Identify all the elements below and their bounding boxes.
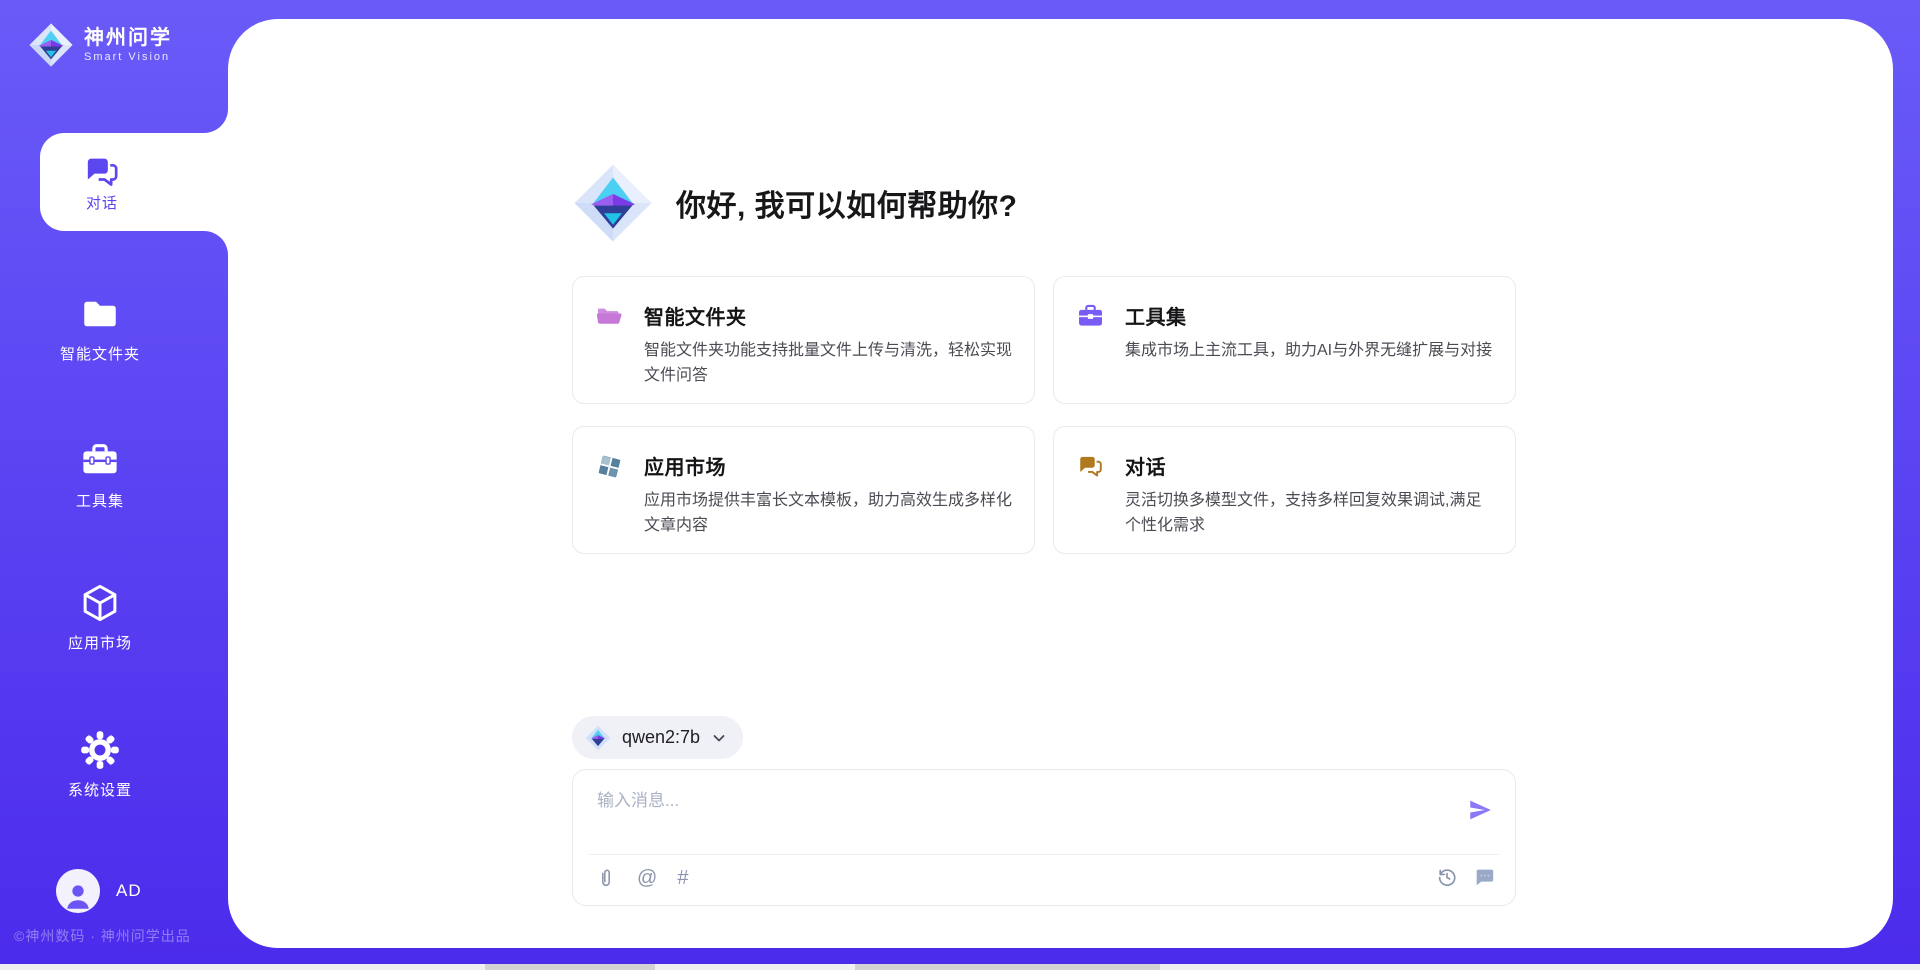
greeting: 你好, 我可以如何帮助你? xyxy=(572,162,1018,244)
sidebar-footer: ©神州数码 · 神州问学出品 xyxy=(14,926,191,946)
history-icon[interactable] xyxy=(1436,866,1458,888)
composer-tools-left: @ # xyxy=(595,867,688,889)
scrollbar-thumb[interactable] xyxy=(485,964,655,970)
card-description: 智能文件夹功能支持批量文件上传与清洗，轻松实现文件问答 xyxy=(644,339,1016,389)
card-chat[interactable]: 对话 灵活切换多模型文件，支持多样回复效果调试,满足个性化需求 xyxy=(1053,426,1516,554)
chevron-down-icon xyxy=(711,730,727,746)
feature-cards: 智能文件夹 智能文件夹功能支持批量文件上传与清洗，轻松实现文件问答 工具集 集成… xyxy=(572,276,1516,554)
paperclip-icon[interactable] xyxy=(595,867,617,889)
scrollbar-thumb[interactable] xyxy=(855,964,1160,970)
brand-logo: 神州问学 Smart Vision xyxy=(28,22,172,68)
card-title: 对话 xyxy=(1125,451,1497,480)
gem-logo-icon xyxy=(585,725,611,751)
composer-divider xyxy=(589,854,1499,855)
card-toolset[interactable]: 工具集 集成市场上主流工具，助力AI与外界无缝扩展与对接 xyxy=(1053,276,1516,404)
sidebar-item-smart-folder[interactable]: 智能文件夹 xyxy=(0,293,200,364)
sidebar-item-chat[interactable]: 对话 xyxy=(40,133,164,231)
chat-bubbles-icon xyxy=(1076,452,1105,481)
model-selector[interactable]: qwen2:7b xyxy=(572,716,743,759)
chat-bubbles-icon xyxy=(82,152,122,192)
sidebar-item-label: 工具集 xyxy=(76,490,124,511)
card-title: 智能文件夹 xyxy=(644,301,1016,330)
folder-icon xyxy=(79,293,121,335)
avatar xyxy=(56,869,100,913)
sidebar-item-toolset[interactable]: 工具集 xyxy=(0,440,200,511)
model-name: qwen2:7b xyxy=(622,727,700,748)
briefcase-icon xyxy=(1076,302,1105,331)
sidebar-item-label: 智能文件夹 xyxy=(60,343,140,364)
brand-name: 神州问学 xyxy=(84,27,172,49)
hash-icon[interactable]: # xyxy=(677,868,688,888)
card-description: 集成市场上主流工具，助力AI与外界无缝扩展与对接 xyxy=(1125,339,1497,364)
grid-cube-icon xyxy=(595,452,624,481)
user-profile[interactable]: AD xyxy=(56,869,142,913)
card-description: 应用市场提供丰富长文本模板，助力高效生成多样化文章内容 xyxy=(644,489,1016,539)
card-smart-folder[interactable]: 智能文件夹 智能文件夹功能支持批量文件上传与清洗，轻松实现文件问答 xyxy=(572,276,1035,404)
toolbox-icon xyxy=(79,440,121,482)
composer-tools-right xyxy=(1436,866,1495,888)
user-initials: AD xyxy=(116,881,142,901)
message-composer: @ # xyxy=(572,769,1516,906)
sidebar: 神州问学 Smart Vision 对话 智能文件夹 工具集 xyxy=(0,0,228,970)
sidebar-item-label: 系统设置 xyxy=(68,779,132,800)
send-icon xyxy=(1467,797,1493,823)
cube-icon xyxy=(79,582,121,624)
app-root: { "app": { "brand_name": "神州问学", "brand_… xyxy=(0,0,1920,970)
gem-logo-icon xyxy=(28,22,74,68)
feedback-chat-icon[interactable] xyxy=(1473,866,1495,888)
sidebar-item-label: 应用市场 xyxy=(68,632,132,653)
send-button[interactable] xyxy=(1467,797,1497,827)
main-panel: 你好, 我可以如何帮助你? 智能文件夹 智能文件夹功能支持批量文件上传与清洗，轻… xyxy=(228,19,1893,948)
mention-icon[interactable]: @ xyxy=(637,868,657,888)
gem-logo-icon xyxy=(572,162,654,244)
horizontal-scrollbar[interactable] xyxy=(0,964,1920,970)
card-description: 灵活切换多模型文件，支持多样回复效果调试,满足个性化需求 xyxy=(1125,489,1497,539)
greeting-title: 你好, 我可以如何帮助你? xyxy=(676,181,1018,225)
sidebar-item-label: 对话 xyxy=(86,192,118,213)
card-title: 工具集 xyxy=(1125,301,1497,330)
gear-icon xyxy=(79,729,121,771)
sidebar-item-settings[interactable]: 系统设置 xyxy=(0,729,200,800)
folder-open-icon xyxy=(595,302,624,331)
content-column: 你好, 我可以如何帮助你? 智能文件夹 智能文件夹功能支持批量文件上传与清洗，轻… xyxy=(572,19,1516,948)
brand-subtitle: Smart Vision xyxy=(84,51,172,63)
card-title: 应用市场 xyxy=(644,451,1016,480)
message-input[interactable] xyxy=(597,786,1417,816)
sidebar-item-app-market[interactable]: 应用市场 xyxy=(0,582,200,653)
person-icon xyxy=(61,879,95,913)
card-app-market[interactable]: 应用市场 应用市场提供丰富长文本模板，助力高效生成多样化文章内容 xyxy=(572,426,1035,554)
